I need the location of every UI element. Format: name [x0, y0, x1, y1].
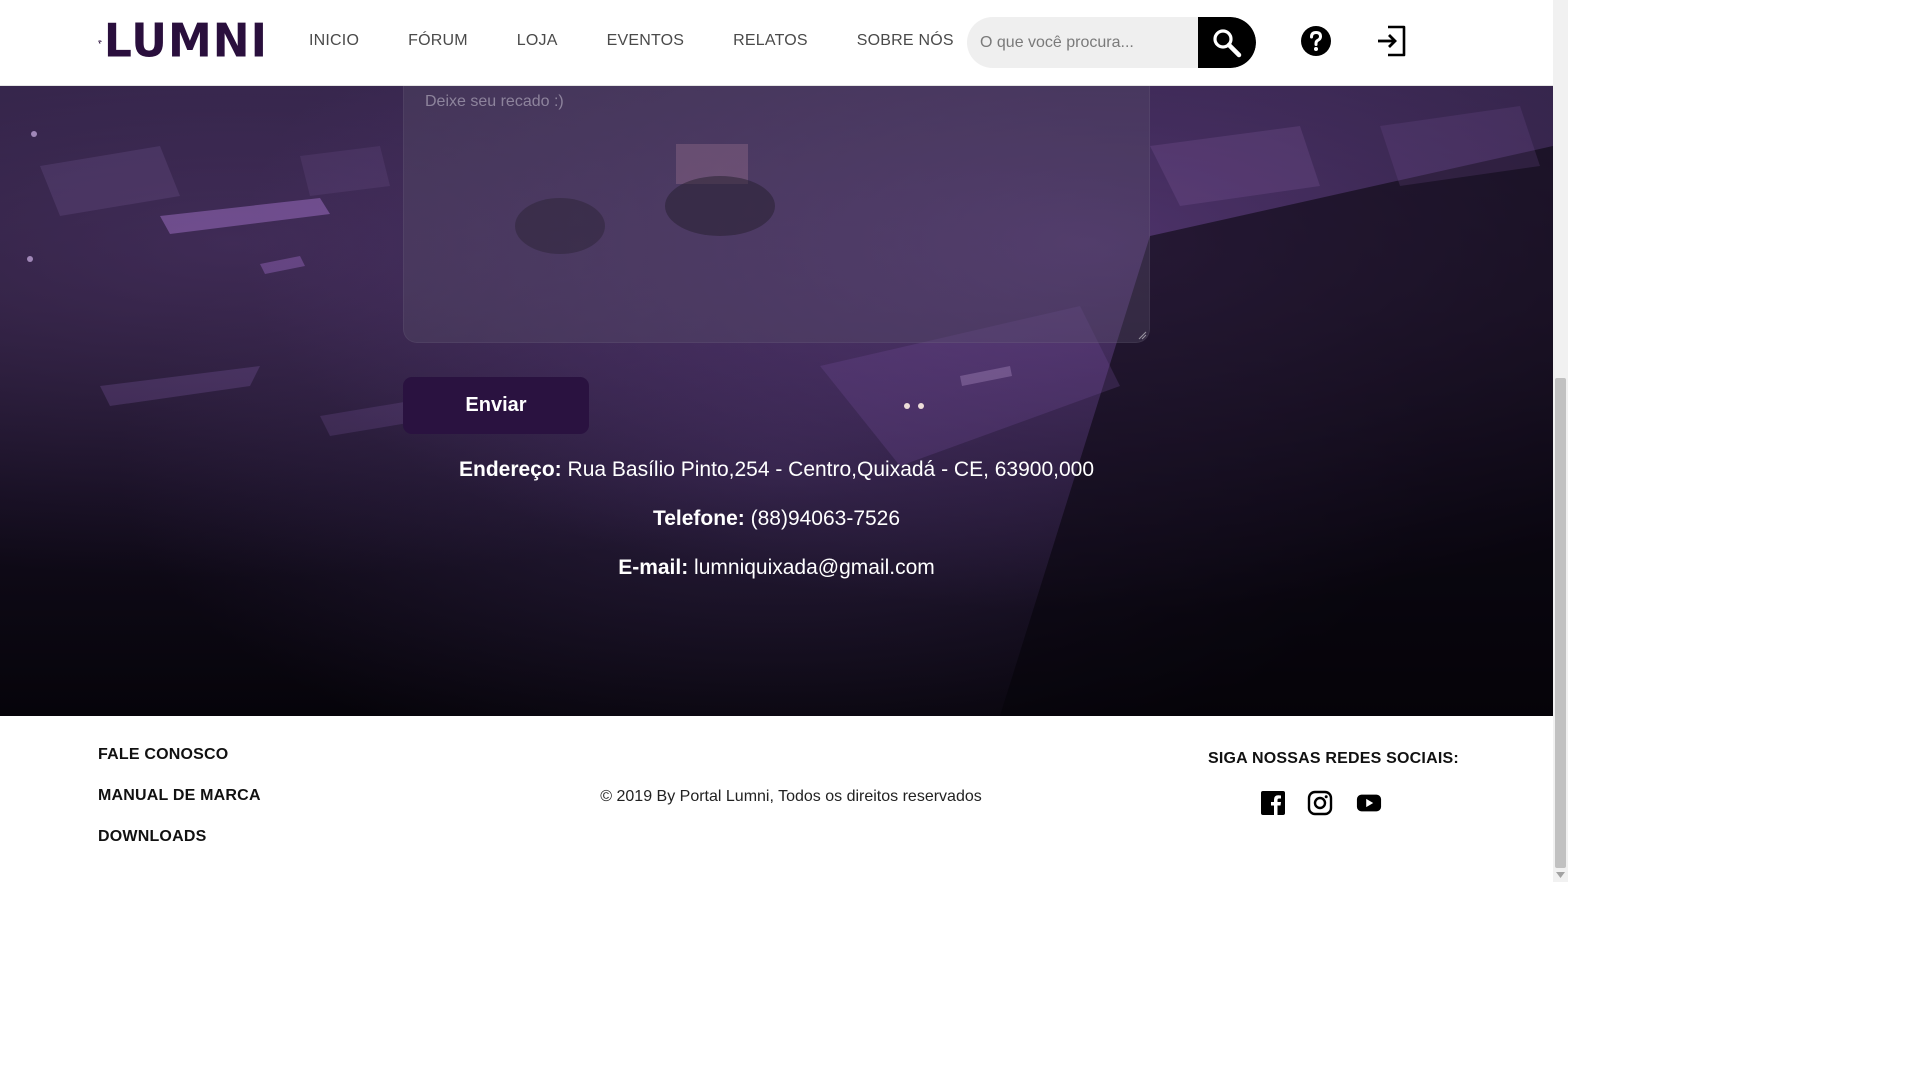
email-line: E-mail: lumniquixada@gmail.com: [0, 556, 1553, 580]
nav-forum[interactable]: FÓRUM: [408, 32, 468, 50]
help-icon[interactable]: [1300, 25, 1332, 57]
facebook-icon[interactable]: [1260, 790, 1286, 816]
phone-label: Telefone:: [652, 507, 745, 530]
nav-sobre-nos[interactable]: SOBRE NÓS: [857, 32, 954, 50]
nav-loja[interactable]: LOJA: [517, 32, 558, 50]
address-line: Endereço: Rua Basílio Pinto,254 - Centro…: [0, 458, 1553, 482]
search-bar: [967, 17, 1256, 68]
address-value: Rua Basílio Pinto,254 - Centro,Quixadá -…: [567, 458, 1095, 481]
copyright-text: © 2019 By Portal Lumni, Todos os direito…: [600, 788, 982, 805]
search-input[interactable]: [967, 17, 1198, 68]
search-button[interactable]: [1198, 17, 1256, 68]
nav-eventos[interactable]: EVENTOS: [607, 32, 685, 50]
lumni-logo[interactable]: LUMNI: [98, 14, 268, 69]
resize-grip-icon[interactable]: [1137, 330, 1147, 340]
logo-text: LUMNI: [103, 14, 268, 69]
nav-inicio[interactable]: INICIO: [309, 32, 359, 50]
scroll-down-arrow-icon[interactable]: [1556, 872, 1565, 878]
youtube-icon[interactable]: [1356, 790, 1382, 816]
message-textarea[interactable]: Deixe seu recado :): [403, 86, 1150, 343]
address-label: Endereço:: [458, 458, 562, 481]
footer-link-downloads[interactable]: DOWNLOADS: [98, 828, 206, 846]
nav-relatos[interactable]: RELATOS: [733, 32, 808, 50]
phone-line: Telefone: (88)94063-7526: [0, 507, 1553, 531]
instagram-icon[interactable]: [1307, 790, 1333, 816]
lumni-logo-mark: [98, 40, 102, 44]
message-placeholder: Deixe seu recado :): [425, 93, 564, 110]
main-nav: INICIO FÓRUM LOJA EVENTOS RELATOS SOBRE …: [309, 32, 1003, 50]
search-icon: [1213, 28, 1242, 57]
social-title: SIGA NOSSAS REDES SOCIAIS:: [1208, 750, 1459, 767]
login-icon[interactable]: [1376, 24, 1406, 58]
send-button[interactable]: Enviar: [403, 377, 589, 434]
footer-link-fale-conosco[interactable]: FALE CONOSCO: [98, 746, 228, 764]
phone-value: (88)94063-7526: [750, 507, 901, 530]
contact-section: Deixe seu recado :) Enviar Endereço: Rua…: [0, 86, 1553, 716]
email-value: lumniquixada@gmail.com: [694, 556, 935, 579]
scrollbar-thumb[interactable]: [1555, 378, 1566, 868]
site-footer: FALE CONOSCO MANUAL DE MARCA DOWNLOADS ©…: [0, 716, 1553, 882]
email-label: E-mail:: [618, 556, 689, 579]
site-header: LUMNI INICIO FÓRUM LOJA EVENTOS RELATOS …: [0, 0, 1553, 86]
